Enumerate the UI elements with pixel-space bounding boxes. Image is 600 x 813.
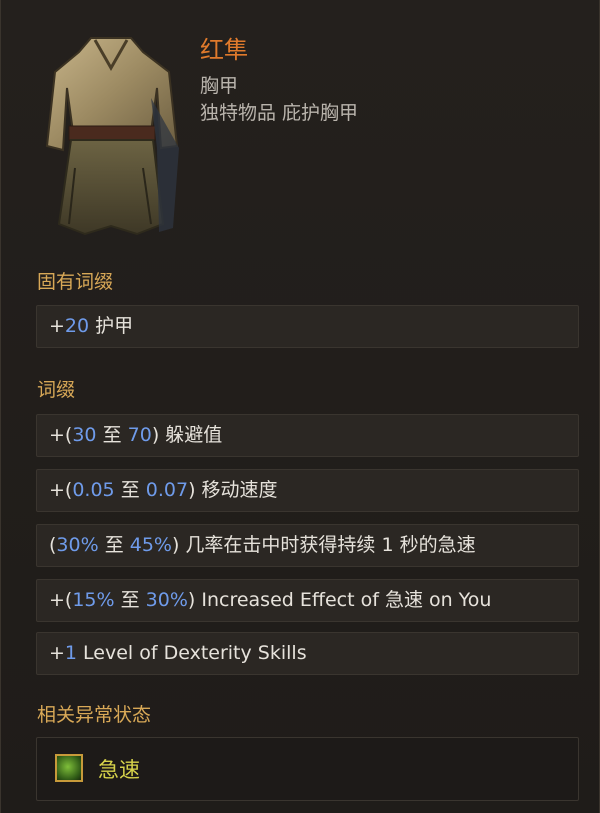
mod-text: 至 [98,534,130,556]
mod-text: 至 [114,479,146,501]
item-tooltip: 红隼 胸甲 独特物品 庇护胸甲 固有词缀 +20 护甲 词缀 +(30 至 70… [0,0,600,813]
mod-value-max: 30% [145,589,188,611]
ailment-link-haste[interactable]: 急速 [98,754,140,784]
haste-icon[interactable] [55,754,83,782]
affix-mod-row: +(0.05 至 0.07) 移动速度 [36,469,579,512]
mod-text: ) 几率在击中时获得持续 1 秒的急速 [171,534,476,556]
mod-text: 至 [114,589,146,611]
mod-value-min: 15% [72,589,115,611]
affix-mod-row: +(30 至 70) 躲避值 [36,414,579,457]
mod-value-min: 30% [56,534,99,556]
affix-mod-row: +(15% 至 30%) Increased Effect of 急速 on Y… [36,579,579,622]
mod-value-max: 0.07 [145,479,189,501]
implicit-mod-row: +20 护甲 [36,305,579,348]
mod-text: ) 移动速度 [188,479,278,501]
mod-text: ) 躲避值 [151,424,223,446]
mod-value-min: 0.05 [72,479,115,501]
mod-text: +( [49,589,73,611]
mod-value-max: 70 [127,424,152,446]
item-name: 红隼 [200,36,248,64]
chest-armor-icon [45,37,179,236]
mod-text: ) Increased Effect of 急速 on You [187,589,492,611]
mod-text: + [49,642,65,664]
mod-text: +( [49,479,73,501]
item-header: 红隼 胸甲 独特物品 庇护胸甲 [1,0,600,255]
affix-section-title: 词缀 [37,379,76,401]
mod-value: 1 [64,642,78,664]
ailments-section-title: 相关异常状态 [37,704,152,726]
mod-text: 至 [96,424,128,446]
item-rarity: 独特物品 庇护胸甲 [200,102,359,124]
mod-value-max: 45% [129,534,172,556]
mod-value: 20 [64,315,90,337]
mod-value-min: 30 [72,424,97,446]
mod-text: +( [49,424,73,446]
mod-text: + [49,315,65,337]
ailment-list: 急速 [36,737,579,801]
affix-mod-row: (30% 至 45%) 几率在击中时获得持续 1 秒的急速 [36,524,579,567]
mod-text: 护甲 [89,315,134,337]
implicit-section-title: 固有词缀 [37,271,114,293]
affix-mod-row: +1 Level of Dexterity Skills [36,632,579,675]
mod-text: Level of Dexterity Skills [77,642,307,664]
item-type: 胸甲 [200,75,239,97]
